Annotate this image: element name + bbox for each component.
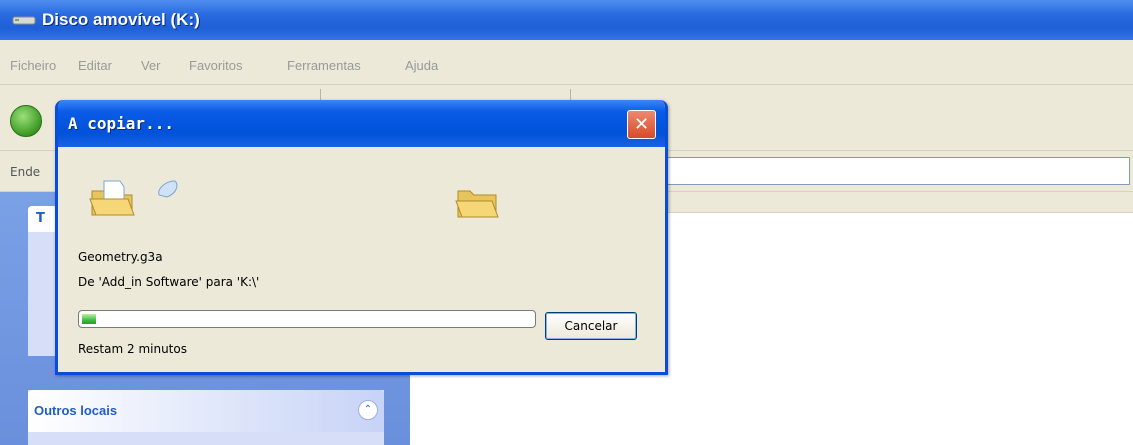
tasks-panel-title: T (36, 211, 45, 226)
dialog-title: A copiar... (68, 114, 174, 133)
menu-bar: Ficheiro Editar Ver Favoritos Ferramenta… (0, 40, 1133, 85)
menu-item-ferramentas[interactable]: Ferramentas (287, 58, 361, 73)
time-remaining: Restam 2 minutos (78, 342, 187, 356)
source-folder-icon (89, 180, 135, 216)
copy-file-name: Geometry.g3a (78, 250, 163, 264)
drive-icon (12, 16, 36, 25)
dialog-title-bar: A copiar... ✕ (58, 100, 665, 147)
menu-item-favoritos[interactable]: Favoritos (189, 58, 242, 73)
destination-folder-icon (455, 190, 499, 218)
menu-item-ver[interactable]: Ver (141, 58, 161, 73)
collapse-chevron-icon[interactable]: ⌃ (358, 400, 378, 420)
cancel-button[interactable]: Cancelar (545, 312, 637, 340)
address-label: Ende (10, 165, 41, 179)
menu-item-ajuda[interactable]: Ajuda (405, 58, 438, 73)
window-title-bar: Disco amovível (K:) (0, 0, 1133, 40)
copy-dialog: A copiar... ✕ Geometry.g3a De 'Add_in So… (55, 100, 668, 375)
copy-source-destination: De 'Add_in Software' para 'K:\' (78, 275, 260, 289)
flying-document-icon (158, 180, 178, 198)
other-places-panel: Outros locais ⌃ (28, 390, 384, 445)
menu-item-ficheiro[interactable]: Ficheiro (10, 58, 56, 73)
progress-fill (82, 314, 96, 324)
back-arrow-icon[interactable] (10, 105, 42, 137)
close-icon[interactable]: ✕ (627, 110, 656, 139)
copy-animation (58, 147, 665, 247)
menu-item-editar[interactable]: Editar (78, 58, 112, 73)
other-places-header[interactable]: Outros locais ⌃ (28, 390, 384, 432)
other-places-title: Outros locais (34, 403, 118, 418)
copy-progress-bar (78, 310, 536, 328)
window-title: Disco amovível (K:) (42, 10, 200, 29)
